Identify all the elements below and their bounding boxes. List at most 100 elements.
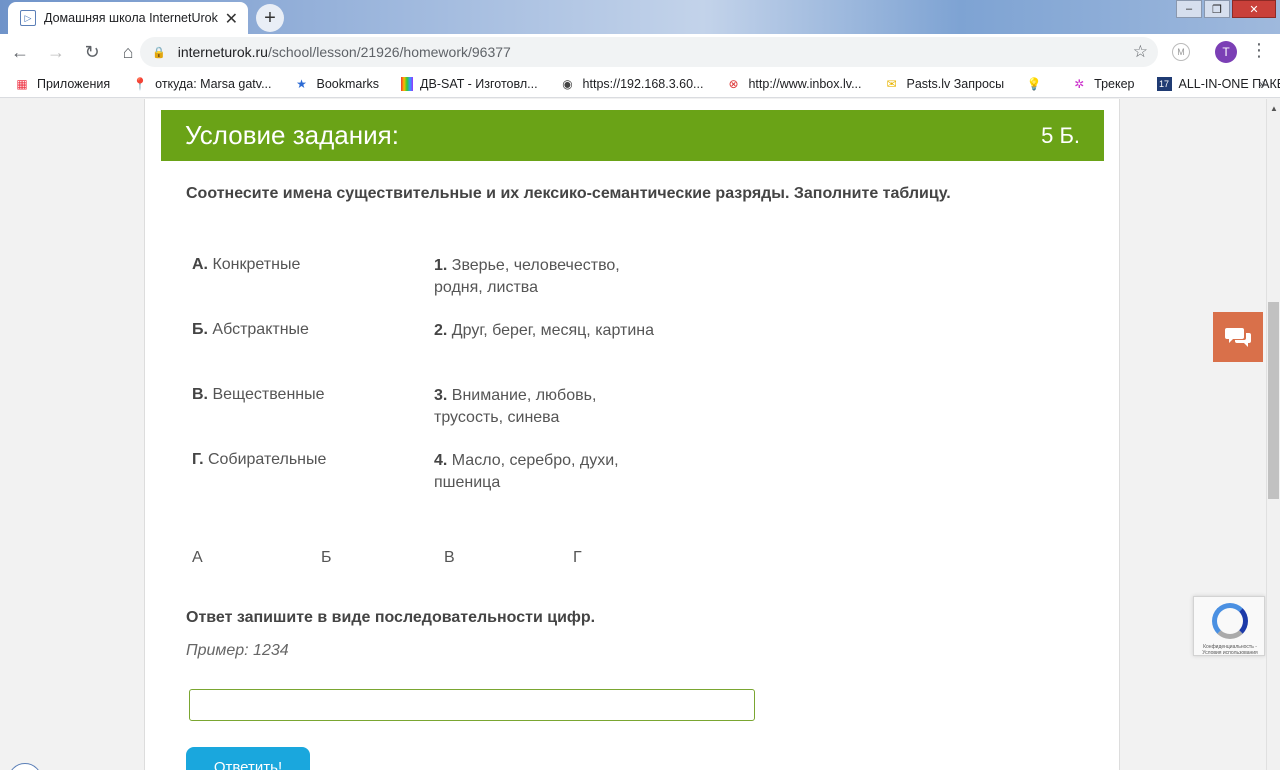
bookmark-label: Bookmarks [316,76,380,91]
bookmark-dvsat[interactable]: ДВ-SAT - Изготовл... [401,76,538,91]
mail-icon: ✉ [886,76,897,91]
recaptcha-badge[interactable]: Конфиденциальность - Условия использован… [1193,596,1265,656]
task-score: 5 Б. [1041,122,1080,148]
right-item-text: Друг, берег, месяц, картина [451,322,654,339]
restore-button[interactable]: ❐ [1204,0,1230,18]
browser-toolbar: ← → ↻ ⌂ 🔒 interneturok.ru/school/lesson/… [0,34,1280,70]
url-path: /school/lesson/21926/homework/96377 [267,44,511,60]
right-item: 4. Масло, серебро, духи, пшеница [434,450,654,494]
left-item: Г. Собирательные [192,451,326,469]
chat-button[interactable] [1213,312,1263,362]
bookmark-local-ip[interactable]: ◉ https://192.168.3.60... [560,76,704,92]
bookmark-label: откуда: Marsa gatv... [155,76,272,91]
reload-icon: ↻ [84,41,100,62]
right-item-key: 3. [434,387,448,404]
new-tab-button[interactable]: + [256,4,284,32]
recaptcha-logo-icon [1212,603,1248,639]
right-item-key: 1. [434,257,448,274]
apps-grid-icon: ▦ [16,76,28,91]
answer-column-letter: Г [573,549,582,566]
left-item-key: А. [192,256,208,273]
home-icon: ⌂ [122,41,134,62]
extension-icon[interactable]: M [1172,43,1190,61]
back-button[interactable]: ← [4,36,36,68]
answer-column-letter: Б [321,549,332,566]
question-text: Соотнесите имена существительные и их ле… [186,185,951,202]
arrow-left-icon: ← [11,41,29,62]
left-item-text: Абстрактные [212,321,309,338]
right-item: 2. Друг, берег, месяц, картина [434,320,654,342]
scroll-thumb[interactable] [1268,302,1279,499]
submit-button[interactable]: Ответить! [186,747,310,770]
bookmark-bookmarks[interactable]: ★ Bookmarks [294,76,380,92]
left-item-key: Б. [192,321,208,338]
answer-column-letter: А [192,549,203,566]
arrow-right-icon: → [47,41,65,62]
page-viewport: Условие задания: 5 Б. Соотнесите имена с… [0,99,1266,770]
left-item-text: Вещественные [212,386,325,403]
window-controls: ‒ ❐ ✕ [1174,0,1276,18]
bookmark-apps[interactable]: ▦ Приложения [14,76,110,92]
right-item-key: 4. [434,452,448,469]
right-item-text: Зверье, человечество, родня, листва [434,257,620,296]
bookmark-tracker[interactable]: ✲ Трекер [1071,76,1134,92]
bookmark-label: https://192.168.3.60... [582,76,704,91]
bookmark-label: Трекер [1094,76,1135,91]
left-item: В. Вещественные [192,386,325,404]
left-item: А. Конкретные [192,256,300,274]
left-item-text: Собирательные [207,451,327,468]
answer-input[interactable] [189,689,755,721]
profile-avatar[interactable]: T [1215,41,1237,63]
right-item-text: Масло, серебро, духи, пшеница [434,452,619,491]
bookmark-label: ДВ-SAT - Изготовл... [420,76,538,91]
more-bookmarks-icon[interactable]: » [1258,75,1266,91]
task-title: Условие задания: [185,120,399,150]
lock-icon: 🔒 [152,46,166,59]
task-header: Условие задания: 5 Б. [161,110,1104,161]
window-close-button[interactable]: ✕ [1232,0,1276,18]
browser-tab[interactable]: ▷ Домашняя школа InternetUrok.ru ✕ [8,2,248,34]
bookmark-label: Pasts.lv Запросы [906,76,1005,91]
inbox-icon: ⊗ [728,76,739,91]
bookmark-pasts[interactable]: ✉ Pasts.lv Запросы [884,76,1005,92]
answer-example: Пример: 1234 [186,642,289,659]
task-card: Условие задания: 5 Б. Соотнесите имена с… [144,99,1120,770]
url-text: interneturok.ru/school/lesson/21926/home… [178,44,511,60]
left-item-key: Г. [192,451,204,468]
bookmark-label: Приложения [37,76,111,91]
answer-column-letter: В [444,549,455,566]
forward-button[interactable]: → [40,36,72,68]
bookmark-label: http://www.inbox.lv... [748,76,862,91]
right-item-key: 2. [434,322,448,339]
menu-icon[interactable]: ⋮ [1250,40,1268,61]
left-item-text: Конкретные [212,256,301,273]
tab-strip: ▷ Домашняя школа InternetUrok.ru ✕ + ‒ ❐… [0,0,1280,34]
left-item: Б. Абстрактные [192,321,309,339]
bookmark-maps[interactable]: 📍 откуда: Marsa gatv... [132,76,272,92]
bulb-icon: 💡 [1026,76,1042,91]
bookmarks-bar: ▦ Приложения 📍 откуда: Marsa gatv... ★ Book… [0,70,1280,98]
right-item-text: Внимание, любовь, трусость, синева [434,387,597,426]
recaptcha-links[interactable]: Конфиденциальность - Условия использован… [1197,644,1263,656]
calendar-icon: 17 [1156,76,1172,91]
color-bars-icon [401,76,414,91]
reload-button[interactable]: ↻ [76,36,108,68]
url-host: interneturok.ru [177,44,268,60]
bookmark-inbox[interactable]: ⊗ http://www.inbox.lv... [725,76,861,92]
plus-icon: + [264,6,276,29]
globe-icon: ◉ [562,76,573,91]
address-bar[interactable]: 🔒 interneturok.ru/school/lesson/21926/ho… [140,37,1158,67]
page-scrollbar[interactable]: ▲ [1266,99,1280,770]
bookmark-star-icon[interactable]: ☆ [1133,42,1148,62]
right-item: 1. Зверье, человечество, родня, листва [434,255,654,299]
help-widget-icon[interactable] [8,763,42,770]
right-item: 3. Внимание, любовь, трусость, синева [434,385,654,429]
chat-bubbles-icon [1225,328,1251,347]
minimize-button[interactable]: ‒ [1176,0,1202,18]
answer-hint: Ответ запишите в виде последовательности… [186,609,596,626]
close-icon[interactable]: ✕ [225,9,238,29]
star-icon: ★ [296,76,307,91]
bookmark-bulb[interactable]: 💡 [1026,76,1049,92]
scroll-up-icon[interactable]: ▲ [1270,104,1278,113]
tracker-icon: ✲ [1074,76,1085,91]
